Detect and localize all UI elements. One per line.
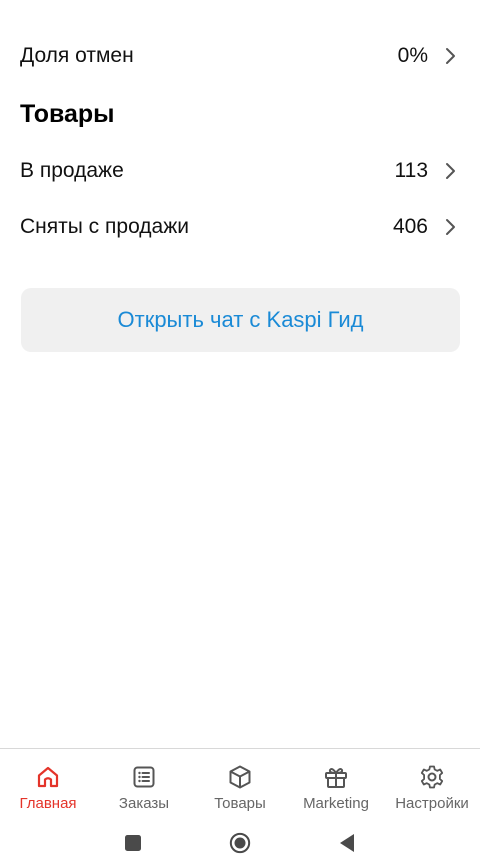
tab-marketing[interactable]: Marketing [288,749,384,821]
back-triangle-icon [340,834,354,852]
screen: ... Доля отмен 0% Товары В продаже 113 С… [0,0,480,864]
tab-home[interactable]: Главная [0,749,96,821]
tab-orders-label: Заказы [118,795,170,812]
products-section-title: Товары [20,100,115,128]
list-icon [133,766,155,788]
back-button[interactable] [336,832,358,854]
home-icon [37,766,59,788]
tab-home-label: Главная [19,795,77,812]
cancel-rate-value: 0% [397,44,428,67]
home-circle-icon [229,832,251,854]
clipped-stat-row: ... [20,0,456,10]
chevron-right-icon [446,48,455,64]
cancel-rate-right: 0% [398,44,460,68]
chevron-right-icon [446,219,455,235]
gear-icon [420,765,444,789]
removed-label: Сняты с продажи [20,215,189,238]
on-sale-label: В продаже [20,159,124,182]
recents-button[interactable] [122,832,144,854]
tab-products-label: Товары [214,795,266,812]
bottom-tab-bar: Главная Заказы Товары Marketing Настройк… [0,748,480,820]
open-chat-label: Открыть чат с Kaspi Гид [117,307,364,332]
on-sale-row[interactable]: В продаже 113 [20,151,460,191]
home-system-button[interactable] [229,832,251,854]
open-chat-button[interactable]: Открыть чат с Kaspi Гид [21,288,460,352]
cancel-rate-label: Доля отмен [20,44,134,67]
box-icon [229,765,251,789]
removed-row[interactable]: Сняты с продажи 406 [20,207,460,247]
tab-products[interactable]: Товары [192,749,288,821]
cancel-rate-row[interactable]: Доля отмен 0% [20,36,460,76]
tab-marketing-label: Marketing [303,795,369,812]
system-nav-bar [0,822,480,864]
on-sale-value: 113 [394,159,428,182]
recents-square-icon [125,835,141,851]
on-sale-right: 113 [395,159,460,183]
tab-settings[interactable]: Настройки [384,749,480,821]
tab-settings-label: Настройки [395,795,469,812]
tab-orders[interactable]: Заказы [96,749,192,821]
gift-icon [325,768,347,788]
removed-right: 406 [393,215,460,239]
chevron-right-icon [446,163,455,179]
removed-value: 406 [392,215,428,238]
